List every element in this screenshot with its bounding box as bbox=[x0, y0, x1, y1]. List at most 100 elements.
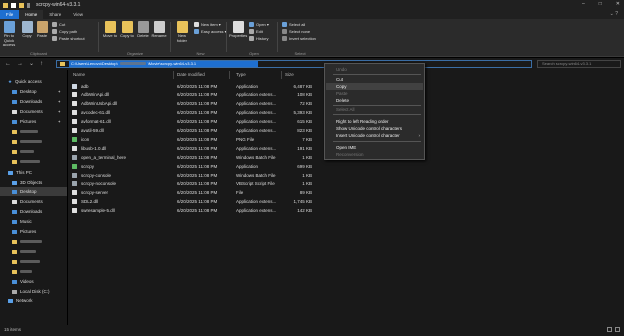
table-row[interactable]: avutil-59.dll 6/20/2025 11:08 PM Applicati… bbox=[68, 127, 328, 135]
pin-quick-access-button[interactable]: Pin to Quick access bbox=[0, 21, 18, 48]
folder-icon bbox=[12, 149, 17, 154]
column-header-name[interactable]: Name bbox=[73, 72, 85, 77]
nav-documents-pc[interactable]: Documents bbox=[0, 197, 67, 206]
menu-item-reconversion[interactable]: Reconversion bbox=[326, 151, 423, 158]
tab-file[interactable]: File bbox=[0, 10, 20, 19]
details-view-icon[interactable] bbox=[607, 327, 612, 332]
menu-item-show-unicode[interactable]: Show Unicode control characters bbox=[326, 125, 423, 132]
menu-item-right-to-left[interactable]: Right to left Reading order bbox=[326, 118, 423, 125]
easy-access-button[interactable]: Easy access ▾ bbox=[194, 28, 227, 35]
drive-icon bbox=[12, 289, 17, 294]
nav-this-pc[interactable]: This PC bbox=[0, 168, 67, 177]
forward-arrow-icon[interactable]: → bbox=[17, 61, 23, 67]
menu-item-cut[interactable]: Cut bbox=[326, 76, 423, 83]
menu-item-undo[interactable]: Undo bbox=[326, 66, 423, 73]
table-row[interactable]: AdbWinApi.dll 6/20/2025 11:08 PM Applicati… bbox=[68, 91, 328, 99]
dropdown-icon[interactable] bbox=[27, 2, 30, 8]
paste-button[interactable]: Paste bbox=[33, 21, 51, 39]
table-row[interactable]: scrcpy-noconsole 6/20/2025 11:08 PM VBScri… bbox=[68, 180, 328, 188]
properties-button[interactable]: Properties bbox=[229, 21, 247, 39]
menu-item-delete[interactable]: Delete bbox=[326, 97, 423, 104]
tab-view[interactable]: View bbox=[67, 10, 89, 19]
nav-network[interactable]: Network bbox=[0, 296, 67, 305]
nav-redacted-folder[interactable] bbox=[0, 237, 67, 246]
nav-downloads-pc[interactable]: Downloads bbox=[0, 207, 67, 216]
nav-documents[interactable]: Documents ✦ bbox=[0, 107, 67, 116]
table-row[interactable]: adb 6/20/2025 11:08 PM Application 6,487 KB bbox=[68, 82, 328, 90]
table-row[interactable]: avcodec-61.dll 6/20/2025 11:08 PM Applicat… bbox=[68, 109, 328, 117]
properties-icon[interactable] bbox=[11, 2, 16, 8]
select-all-button[interactable]: Select all bbox=[282, 21, 305, 28]
table-row[interactable]: AdbWinUsbApi.dll 6/20/2025 11:08 PM Applic… bbox=[68, 100, 328, 108]
nav-3d-objects[interactable]: 3D Objects bbox=[0, 178, 67, 187]
help-icon[interactable]: ⌄ ? bbox=[610, 11, 618, 17]
history-button[interactable]: History bbox=[249, 35, 268, 42]
column-header-date[interactable]: Date modified bbox=[177, 72, 205, 77]
tab-home[interactable]: Home bbox=[19, 10, 44, 19]
nav-pictures-pc[interactable]: Pictures bbox=[0, 227, 67, 236]
column-header-size[interactable]: Size bbox=[285, 72, 294, 77]
nav-desktop[interactable]: Desktop ✦ bbox=[0, 87, 67, 96]
table-row[interactable]: SDL2.dll 6/20/2025 11:08 PM Application ex… bbox=[68, 198, 328, 206]
close-button[interactable]: ✕ bbox=[616, 1, 620, 7]
nav-pictures[interactable]: Pictures ✦ bbox=[0, 117, 67, 126]
copy-icon bbox=[21, 21, 33, 33]
nav-redacted-folder[interactable] bbox=[0, 137, 67, 146]
table-row[interactable]: scrcpy-server 6/20/2025 11:08 PM File 89 KB bbox=[68, 189, 328, 197]
cut-button[interactable]: Cut bbox=[52, 21, 65, 28]
nav-downloads[interactable]: Downloads ✦ bbox=[0, 97, 67, 106]
nav-redacted-folder[interactable] bbox=[0, 257, 67, 266]
maximize-button[interactable]: □ bbox=[599, 1, 602, 7]
file-date: 6/20/2025 11:08 PM bbox=[177, 128, 218, 133]
table-row[interactable]: swresample-5.dll 6/20/2025 11:08 PM Applic… bbox=[68, 207, 328, 215]
table-row[interactable]: scrcpy 6/20/2025 11:08 PM Application 699 K… bbox=[68, 162, 328, 170]
nav-desktop-pc[interactable]: Desktop bbox=[0, 187, 67, 196]
nav-label: Quick access bbox=[15, 79, 42, 84]
nav-redacted-folder[interactable] bbox=[0, 267, 67, 276]
edit-button[interactable]: Edit bbox=[249, 28, 263, 35]
table-row[interactable]: libusb-1.0.dll 6/20/2025 11:08 PM Applicat… bbox=[68, 144, 328, 152]
search-input[interactable]: Search scrcpy-win64-v3.3.1 bbox=[537, 60, 621, 68]
paste-shortcut-button[interactable]: Paste shortcut bbox=[52, 35, 85, 42]
rename-button[interactable]: Rename bbox=[150, 21, 168, 39]
nav-redacted-folder[interactable] bbox=[0, 157, 67, 166]
invert-selection-button[interactable]: Invert selection bbox=[282, 35, 316, 42]
table-row[interactable]: scrcpy-console 6/20/2025 11:08 PM Windows … bbox=[68, 171, 328, 179]
nav-music[interactable]: Music bbox=[0, 217, 67, 226]
new-folder-button[interactable]: New folder bbox=[173, 21, 191, 43]
nav-videos[interactable]: Videos bbox=[0, 277, 67, 286]
nav-redacted-folder[interactable] bbox=[0, 147, 67, 156]
up-arrow-icon[interactable]: ↑ bbox=[40, 61, 43, 67]
address-input[interactable]: C:\Users\Lenovo\Desktop\ \Movie\scrcpy-wi… bbox=[56, 60, 532, 68]
nav-redacted-folder[interactable] bbox=[0, 127, 67, 136]
file-name: scrcpy-console bbox=[81, 172, 112, 178]
menu-item-open-ime[interactable]: Open IME bbox=[326, 144, 423, 151]
nav-redacted-folder[interactable] bbox=[0, 247, 67, 256]
download-icon bbox=[12, 99, 17, 104]
nav-local-disk[interactable]: Local Disk (C:) bbox=[0, 287, 67, 296]
select-none-button[interactable]: Select none bbox=[282, 28, 310, 35]
menu-item-select-all[interactable]: Select All bbox=[326, 106, 423, 113]
back-arrow-icon[interactable]: ← bbox=[5, 61, 11, 67]
new-item-button[interactable]: New item ▾ bbox=[194, 21, 221, 28]
menu-item-copy[interactable]: Copy bbox=[326, 83, 423, 90]
tab-share[interactable]: Share bbox=[43, 10, 67, 19]
pin-icon bbox=[3, 21, 15, 33]
column-header-type[interactable]: Type bbox=[236, 72, 246, 77]
move-to-button[interactable]: Move to bbox=[101, 21, 119, 39]
menu-item-insert-unicode[interactable]: Insert Unicode control character › bbox=[326, 132, 423, 139]
open-button[interactable]: Open ▾ bbox=[249, 21, 269, 28]
table-row[interactable]: avformat-61.dll 6/20/2025 11:08 PM Applica… bbox=[68, 118, 328, 126]
copy-path-button[interactable]: Copy path bbox=[52, 28, 77, 35]
history-icon bbox=[249, 36, 254, 41]
minimize-button[interactable]: – bbox=[582, 1, 585, 7]
table-row[interactable]: icon 6/20/2025 11:08 PM PNG File 7 KB bbox=[68, 135, 328, 143]
recent-chevron-icon[interactable]: ⌄ bbox=[29, 61, 34, 67]
file-icon bbox=[72, 154, 77, 160]
table-row[interactable]: open_a_terminal_here 6/20/2025 11:08 PM Wi… bbox=[68, 153, 328, 161]
menu-item-paste[interactable]: Paste bbox=[326, 90, 423, 97]
computer-icon bbox=[8, 170, 13, 175]
nav-quick-access[interactable]: ★ Quick access bbox=[0, 77, 67, 86]
large-icons-view-icon[interactable] bbox=[615, 327, 620, 332]
new-folder-icon[interactable] bbox=[19, 2, 24, 8]
